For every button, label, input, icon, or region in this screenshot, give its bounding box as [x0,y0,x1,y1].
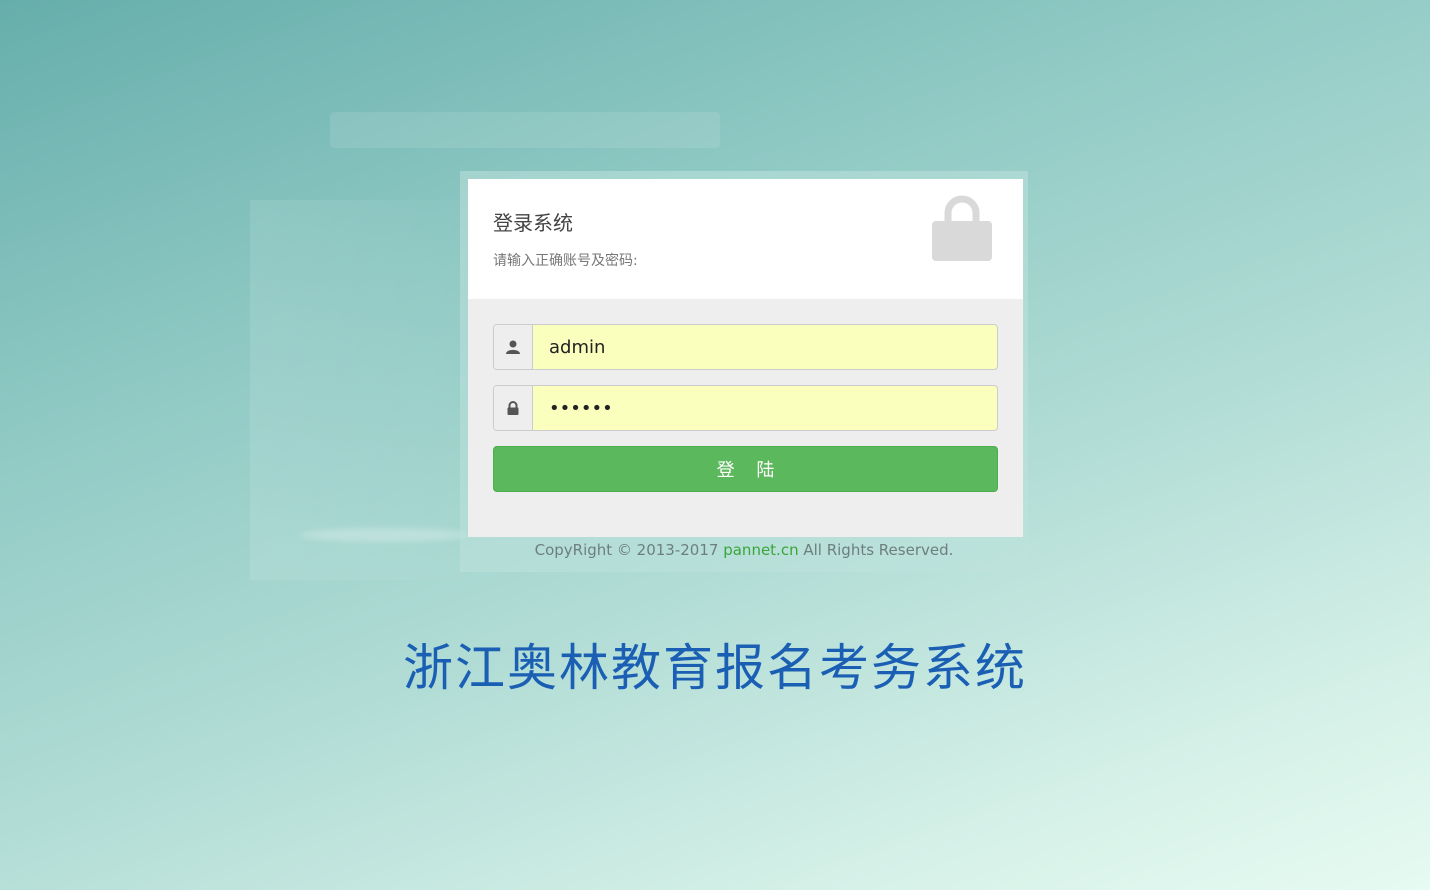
lock-small-icon [507,401,519,415]
username-input[interactable] [533,325,993,369]
login-card-header: 登录系统 请输入正确账号及密码: [468,179,1023,299]
background-ghost-panel [250,200,465,580]
user-icon [506,340,520,354]
lock-icon [932,195,992,261]
login-card: 登录系统 请输入正确账号及密码: 登 陆 [468,179,1023,537]
password-addon [494,386,533,430]
login-title: 登录系统 [493,211,573,235]
login-subtitle: 请输入正确账号及密码: [493,253,638,269]
background-light-streak [300,528,470,542]
system-name-heading: 浙江奥林教育报名考务系统 [403,639,1027,697]
username-addon [494,325,533,369]
password-input[interactable] [533,386,993,430]
copyright-prefix: CopyRight © 2013-2017 [534,541,724,559]
username-input-group [493,324,998,370]
password-input-group [493,385,998,431]
login-button[interactable]: 登 陆 [493,446,998,492]
copyright-suffix: All Rights Reserved. [798,541,954,559]
site-link[interactable]: pannet.cn [723,541,798,559]
background-ghost-bar [330,112,720,148]
copyright-footer: CopyRight © 2013-2017 pannet.cn All Righ… [460,541,1028,559]
